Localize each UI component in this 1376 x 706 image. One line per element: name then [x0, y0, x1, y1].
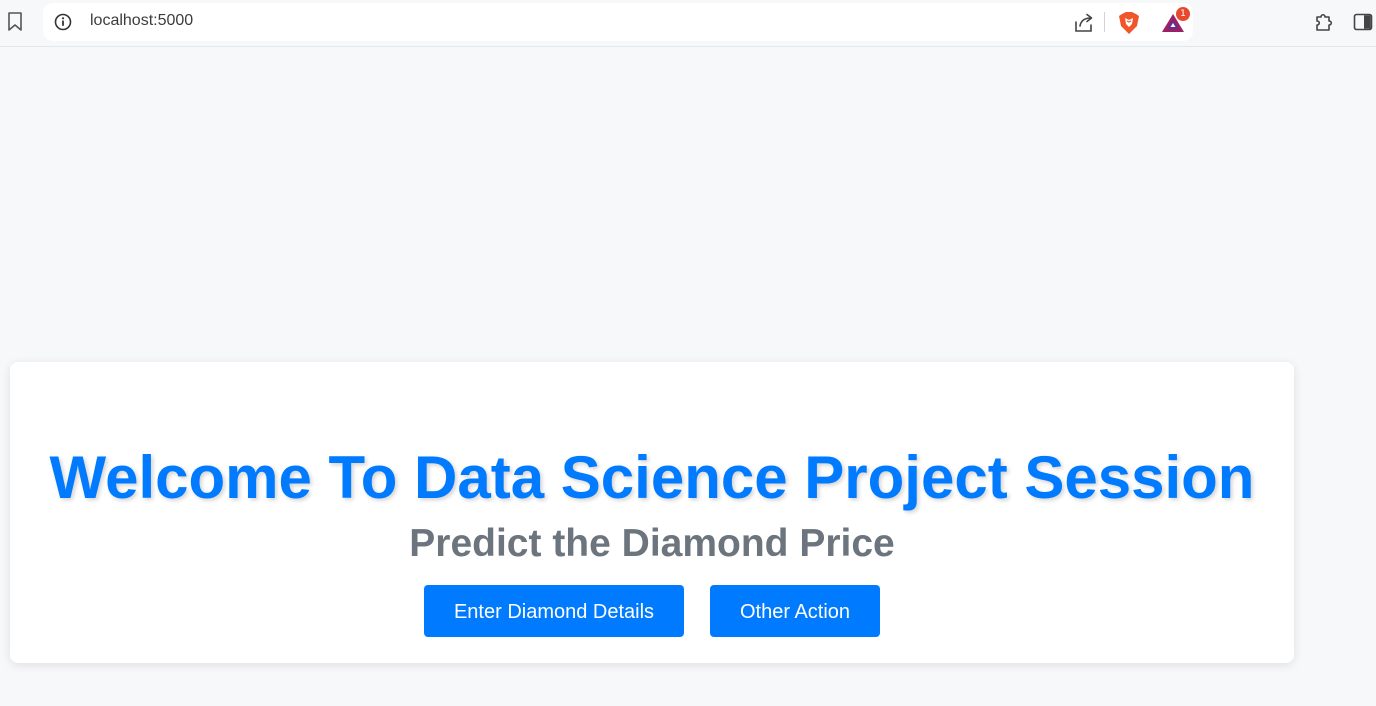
welcome-card: Welcome To Data Science Project Session …	[10, 362, 1294, 663]
url-text[interactable]: localhost:5000	[90, 12, 193, 30]
action-buttons: Enter Diamond Details Other Action	[10, 585, 1294, 637]
page-title: Welcome To Data Science Project Session	[49, 444, 1255, 511]
other-action-button[interactable]: Other Action	[710, 585, 880, 637]
rewards-badge: 1	[1176, 7, 1190, 21]
address-bar[interactable]: localhost:5000 1	[43, 3, 1193, 41]
page-subtitle: Predict the Diamond Price	[409, 522, 895, 565]
bookmark-icon[interactable]	[6, 11, 24, 33]
extensions-icon[interactable]	[1313, 11, 1335, 33]
enter-diamond-details-button[interactable]: Enter Diamond Details	[424, 585, 684, 637]
share-icon[interactable]	[1073, 12, 1095, 34]
address-divider	[1104, 12, 1105, 32]
browser-toolbar: localhost:5000 1	[0, 0, 1376, 47]
info-icon[interactable]	[54, 13, 72, 31]
sidebar-icon[interactable]	[1353, 12, 1373, 32]
brave-shields-icon[interactable]	[1118, 11, 1140, 35]
